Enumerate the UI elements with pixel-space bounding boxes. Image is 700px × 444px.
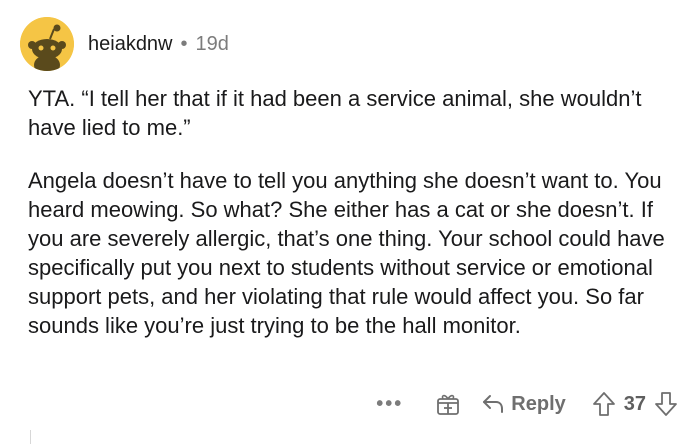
comment-actions: ••• Reply 37 [376,388,678,420]
downvote-arrow-icon [655,392,677,416]
meta-separator: • [180,32,188,55]
gift-icon [437,394,460,415]
thread-line[interactable] [30,430,31,444]
reply-button[interactable]: Reply [481,392,566,416]
upvote-button[interactable] [592,391,616,417]
award-button[interactable] [435,391,461,417]
reply-label: Reply [511,392,566,415]
upvote-arrow-icon [592,392,615,416]
avatar[interactable] [20,17,74,71]
comment-paragraph: Angela doesn’t have to tell you anything… [28,168,665,338]
comment-age: 19d [195,32,229,55]
reply-arrow-icon [483,395,504,413]
comment-paragraph: YTA. “I tell her that if it had been a s… [28,86,642,140]
username[interactable]: heiakdnw [88,33,173,56]
comment-body: YTA. “I tell her that if it had been a s… [28,84,688,364]
comment-header: heiakdnw • 19d [20,14,229,74]
comment-meta: heiakdnw • 19d [88,33,229,56]
snoo-avatar-icon [20,17,74,71]
more-options-button[interactable]: ••• [376,393,403,416]
vote-count: 37 [623,392,646,415]
downvote-button[interactable] [654,391,678,417]
comment: heiakdnw • 19d YTA. “I tell her that if … [0,0,700,444]
